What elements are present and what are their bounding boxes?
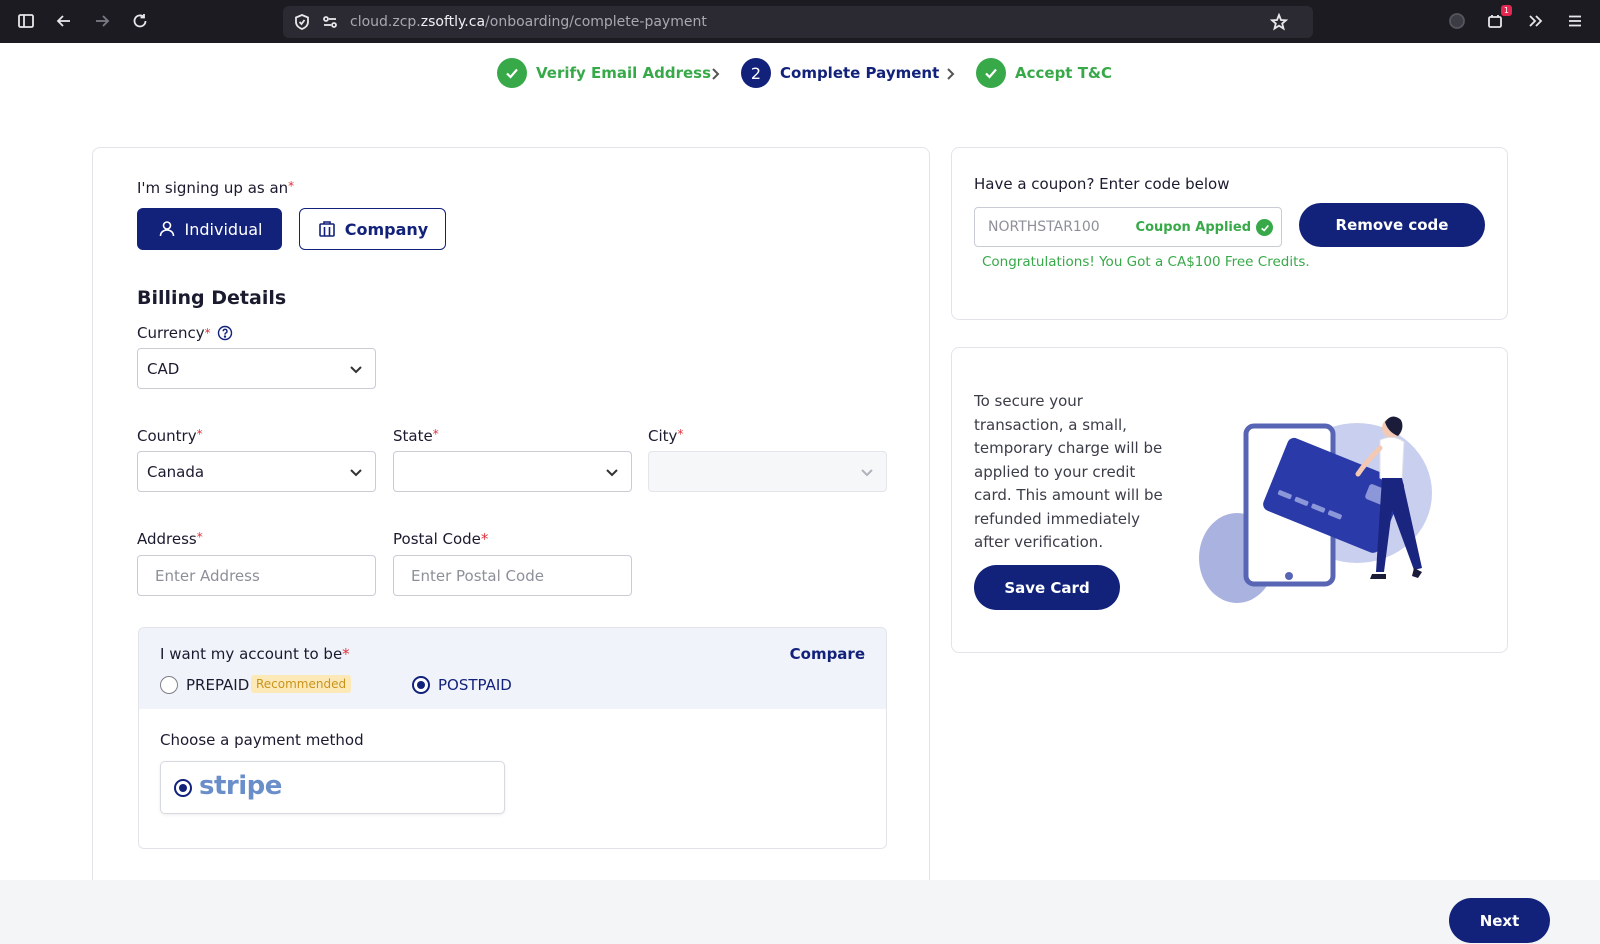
address-label: Address* [137,530,203,548]
chevron-right-icon [943,66,957,80]
forward-icon[interactable] [91,10,113,32]
overflow-chevrons-icon[interactable] [1524,10,1546,32]
check-icon [976,58,1006,88]
verification-text: To secure your transaction, a small, tem… [974,392,1163,551]
state-select[interactable] [393,451,632,492]
remove-code-button[interactable]: Remove code [1299,203,1485,247]
card-payment-illustration [1199,416,1432,603]
step-verify-email: Verify Email Address [497,57,711,89]
building-icon [318,221,335,237]
reload-icon[interactable] [129,10,151,32]
step-label: Accept T&C [1015,64,1113,82]
chevron-down-icon [349,465,363,479]
coupon-status: Coupon Applied [1135,220,1251,235]
check-icon [497,58,527,88]
account-type-section: I want my account to be* Compare PREPAID… [138,627,887,849]
coupon-card: Have a coupon? Enter code below NORTHSTA… [951,147,1508,320]
extension-badge: 1 [1500,5,1512,16]
shield-icon[interactable] [291,11,313,33]
coupon-label: Have a coupon? Enter code below [974,175,1230,193]
country-label: Country* [137,427,203,445]
profile-icon[interactable] [1446,10,1468,32]
save-card-button[interactable]: Save Card [974,565,1120,610]
step-number: 2 [741,58,771,88]
bookmark-star-icon[interactable] [1268,11,1290,33]
coupon-message: Congratulations! You Got a CA$100 Free C… [982,254,1310,270]
onboarding-stepper: Verify Email Address 2 Complete Payment … [0,57,1600,89]
prepaid-label[interactable]: PREPAID [186,676,249,694]
footer-bar: Next [0,880,1600,944]
currency-label: Currency * [137,324,233,342]
chevron-down-icon [349,362,363,376]
menu-icon[interactable] [1564,10,1586,32]
payment-method-label: Choose a payment method [160,731,364,749]
site-permissions-icon[interactable] [319,11,341,33]
stripe-radio[interactable] [174,779,192,797]
next-button[interactable]: Next [1449,898,1550,943]
step-label: Complete Payment [780,64,940,82]
prepaid-radio[interactable] [160,676,178,694]
step-label: Verify Email Address [536,64,712,82]
chevron-down-icon [605,465,619,479]
individual-button[interactable]: Individual [137,208,282,250]
city-select[interactable] [648,451,887,492]
chevron-down-icon [860,465,874,479]
address-input[interactable] [147,566,375,585]
postpaid-radio[interactable] [412,676,430,694]
sidebar-toggle-icon[interactable] [15,10,37,32]
compare-link[interactable]: Compare [790,645,865,663]
signup-type-label: I'm signing up as an* [137,179,295,197]
address-input-wrapper [137,555,376,596]
address-bar[interactable]: cloud.zcp.zsoftly.ca/onboarding/complete… [283,6,1313,38]
user-icon [159,221,174,237]
extension-icon[interactable]: 1 [1484,5,1512,32]
url-text: cloud.zcp.zsoftly.ca/onboarding/complete… [350,14,707,30]
stripe-payment-option[interactable]: stripe [160,761,505,814]
save-card-panel: To secure your transaction, a small, tem… [951,347,1508,653]
currency-select[interactable]: CAD [137,348,376,389]
back-icon[interactable] [53,10,75,32]
country-select[interactable]: Canada [137,451,376,492]
check-circle-icon [1256,219,1273,236]
account-type-header: I want my account to be* Compare PREPAID… [139,628,886,709]
account-type-label: I want my account to be* [160,645,350,663]
postpaid-label[interactable]: POSTPAID [438,676,512,694]
postal-code-label: Postal Code* [393,530,489,548]
step-complete-payment: 2 Complete Payment [741,57,939,89]
chevron-right-icon [708,66,722,80]
postal-input-wrapper [393,555,632,596]
postal-code-input[interactable] [403,566,631,585]
step-accept-tc: Accept T&C [976,57,1112,89]
stripe-logo: stripe [199,771,282,801]
help-icon[interactable] [217,325,233,341]
billing-form-card: I'm signing up as an* Individual Company… [92,147,930,907]
coupon-input[interactable]: NORTHSTAR100 Coupon Applied [974,207,1282,247]
company-button[interactable]: Company [299,208,446,250]
state-label: State* [393,427,439,445]
recommended-badge: Recommended [251,675,352,693]
browser-toolbar: cloud.zcp.zsoftly.ca/onboarding/complete… [0,0,1600,43]
city-label: City* [648,427,684,445]
billing-details-title: Billing Details [137,287,287,309]
